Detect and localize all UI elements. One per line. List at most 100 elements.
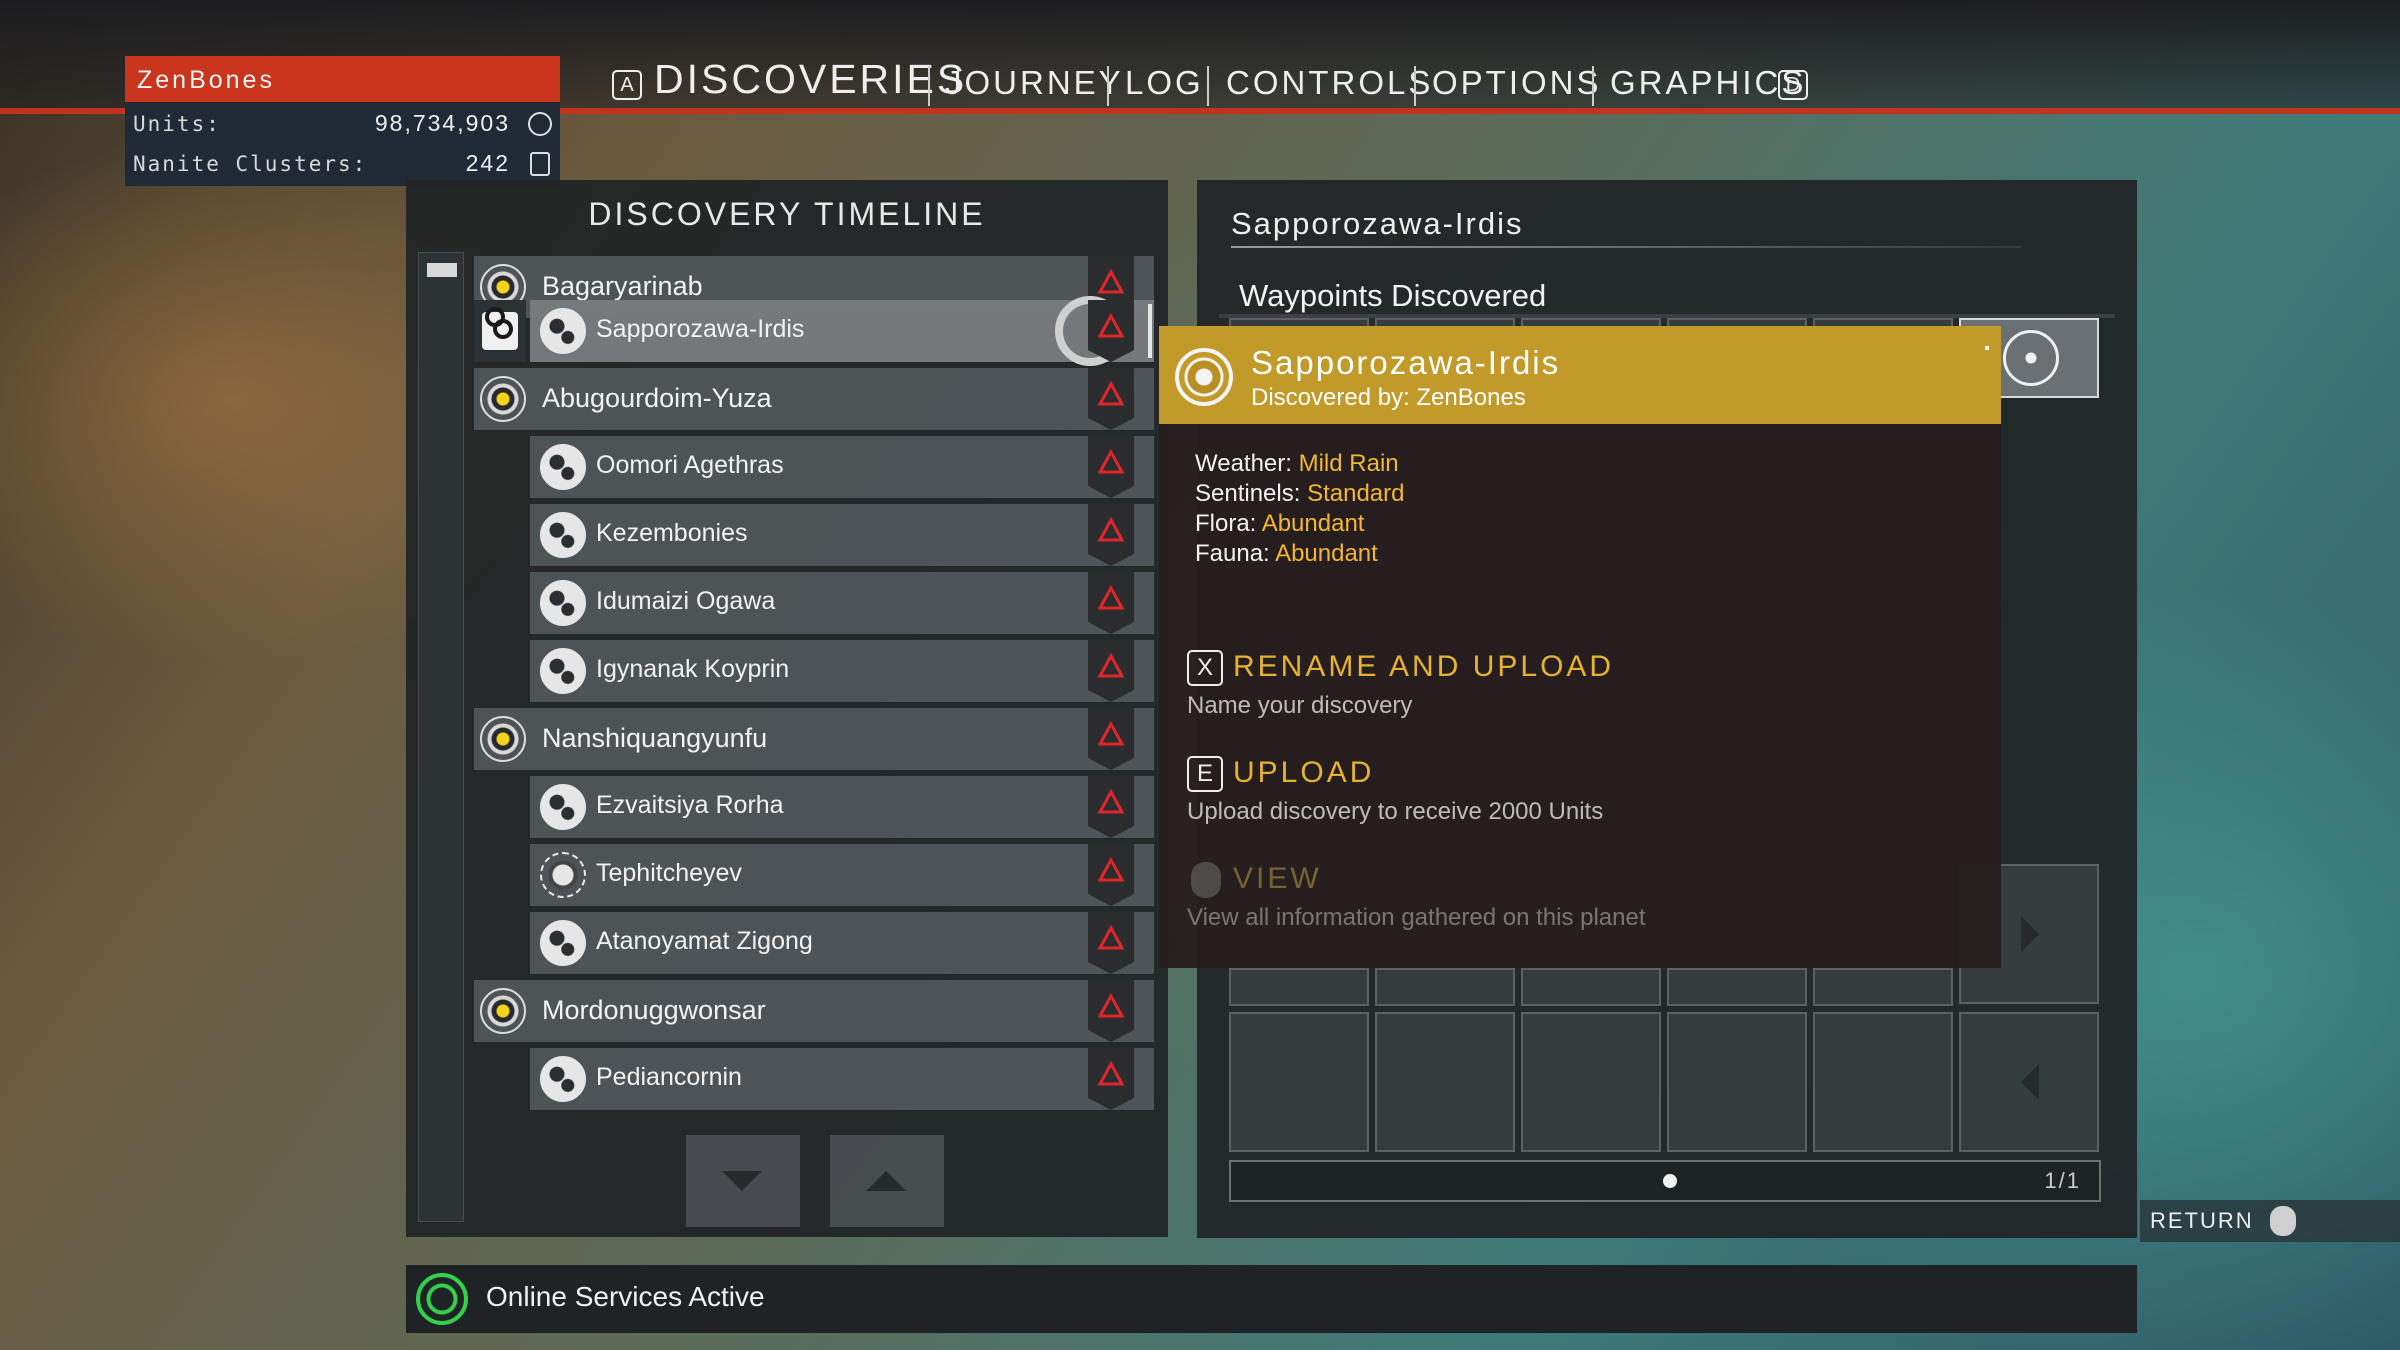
player-name: ZenBones [125, 56, 560, 102]
upload-pending-icon [1088, 572, 1134, 634]
timeline-item-planet[interactable]: Kezembonies [530, 504, 1154, 566]
nanites-row: Nanite Clusters: 242 [125, 144, 560, 184]
chevron-left-icon [2021, 1064, 2039, 1100]
timeline-item-planet[interactable]: Igynanak Koyprin [530, 640, 1154, 702]
waypoint-slot[interactable] [1667, 968, 1807, 1006]
item-name: Kezembonies [596, 519, 748, 547]
planet-icon [540, 648, 586, 694]
timeline-item-system[interactable]: Abugourdoim-Yuza [474, 368, 1154, 430]
upload-pending-icon [1088, 436, 1134, 498]
planet-icon [540, 580, 586, 626]
chevron-up-icon [866, 1171, 906, 1191]
timeline-item-system[interactable]: Mordonuggwonsar [474, 980, 1154, 1042]
stat-label: Flora: [1195, 510, 1257, 537]
timeline-item-system[interactable]: Nanshiquangyunfu [474, 708, 1154, 770]
upload-pending-icon [1088, 776, 1134, 838]
nanites-label: Nanite Clusters: [133, 152, 368, 176]
online-status-icon [416, 1273, 468, 1325]
timeline-item-planet-selected[interactable]: Sapporozawa-Irdis [530, 296, 1154, 366]
e-key-icon: E [1187, 756, 1223, 792]
planet-icon [540, 920, 586, 966]
item-name: Sapporozawa-Irdis [596, 315, 805, 343]
stat-value: Abundant [1261, 510, 1365, 537]
item-name: Oomori Agethras [596, 451, 784, 479]
action-title: VIEW [1233, 862, 1322, 895]
next-tab-key[interactable]: D [1778, 70, 1808, 100]
upload-pending-icon [1088, 640, 1134, 702]
tab-separator [928, 66, 930, 106]
units-label: Units: [133, 112, 221, 136]
tab-separator [1207, 66, 1209, 106]
upload-pending-icon [1088, 1048, 1134, 1110]
nanites-value: 242 [465, 150, 510, 176]
action-description: View all information gathered on this pl… [1187, 904, 1646, 931]
timeline-item-planet[interactable]: Idumaizi Ogawa [530, 572, 1154, 634]
planet-icon [540, 308, 586, 354]
timeline-scrollbar[interactable] [418, 252, 464, 1222]
player-info-panel: ZenBones Units: 98,734,903 Nanite Cluste… [125, 56, 560, 186]
mouse-icon [2270, 1206, 2296, 1236]
page-indicator: 1/1 [1229, 1160, 2101, 1202]
units-row: Units: 98,734,903 [125, 104, 560, 144]
timeline-item-planet[interactable]: Ezvaitsiya Rorha [530, 776, 1154, 838]
tab-separator [1592, 66, 1594, 106]
timeline-item-planet[interactable]: Oomori Agethras [530, 436, 1154, 498]
planet-badge-icon [1175, 348, 1233, 406]
mouse-icon [1191, 862, 1221, 898]
upload-pending-icon [1088, 300, 1134, 362]
timeline-title: DISCOVERY TIMELINE [588, 196, 986, 232]
star-system-icon [480, 716, 526, 762]
waypoint-slot[interactable] [1229, 1012, 1369, 1152]
rename-and-upload-action[interactable]: X RENAME AND UPLOAD Name your discovery [1159, 636, 2001, 746]
item-name: Nanshiquangyunfu [542, 723, 768, 753]
units-value: 98,734,903 [374, 110, 510, 136]
selection-edge [1148, 304, 1152, 358]
waypoint-slot[interactable] [1375, 968, 1515, 1006]
tab-controls[interactable]: CONTROLS [1226, 64, 1433, 102]
waypoint-slot[interactable] [1813, 1012, 1953, 1152]
popup-header: Sapporozawa-Irdis Discovered by: ZenBone… [1159, 326, 2001, 424]
scroll-up-button[interactable] [830, 1135, 944, 1227]
waypoint-slot[interactable] [1521, 968, 1661, 1006]
tab-log[interactable]: LOG [1125, 64, 1204, 102]
return-button[interactable]: RETURN [2140, 1200, 2400, 1242]
tab-graphics[interactable]: GRAPHICS [1610, 64, 1806, 102]
scroll-down-button[interactable] [686, 1135, 800, 1227]
chevron-down-icon [722, 1171, 762, 1191]
waypoint-slot[interactable] [1229, 968, 1369, 1006]
view-action[interactable]: VIEW View all information gathered on th… [1159, 848, 2001, 958]
upload-action[interactable]: E UPLOAD Upload discovery to receive 200… [1159, 742, 2001, 852]
tab-separator [1107, 66, 1109, 106]
waypoint-slot[interactable] [1521, 1012, 1661, 1152]
waypoints-heading: Waypoints Discovered [1239, 278, 1547, 313]
timeline-item-planet[interactable]: Pediancornin [530, 1048, 1154, 1110]
tab-separator [1414, 66, 1416, 106]
prev-tab-key[interactable]: A [612, 70, 642, 100]
title-underline [1231, 246, 2021, 248]
tab-options[interactable]: OPTIONS [1432, 64, 1602, 102]
item-name: Idumaizi Ogawa [596, 587, 776, 615]
stat-sentinels: Sentinels: Standard [1195, 480, 1404, 508]
waypoint-slot[interactable] [1667, 1012, 1807, 1152]
item-name: Atanoyamat Zigong [596, 927, 813, 955]
upload-pending-icon [1088, 980, 1134, 1042]
action-title: RENAME AND UPLOAD [1233, 650, 1615, 683]
waypoint-slot[interactable] [1813, 968, 1953, 1006]
tab-journey[interactable]: JOURNEY [945, 64, 1124, 102]
item-name: Ezvaitsiya Rorha [596, 791, 784, 819]
stat-value: Standard [1307, 480, 1405, 507]
item-name: Abugourdoim-Yuza [542, 383, 772, 413]
return-label: RETURN [2150, 1208, 2254, 1233]
waypoint-slot[interactable] [1375, 1012, 1515, 1152]
timeline-item-planet[interactable]: Atanoyamat Zigong [530, 912, 1154, 974]
item-name: Bagaryarinab [542, 271, 703, 301]
scrollbar-thumb[interactable] [427, 263, 457, 277]
nanite-icon [530, 152, 550, 176]
timeline-item-moon[interactable]: Tephitcheyev [530, 844, 1154, 906]
map-pin-icon [482, 312, 518, 350]
upload-pending-icon [1088, 368, 1134, 430]
prev-page-button[interactable] [1959, 1012, 2099, 1152]
tab-discoveries[interactable]: DISCOVERIES [654, 56, 967, 103]
planet-icon [540, 512, 586, 558]
stat-weather: Weather: Mild Rain [1195, 450, 1399, 478]
